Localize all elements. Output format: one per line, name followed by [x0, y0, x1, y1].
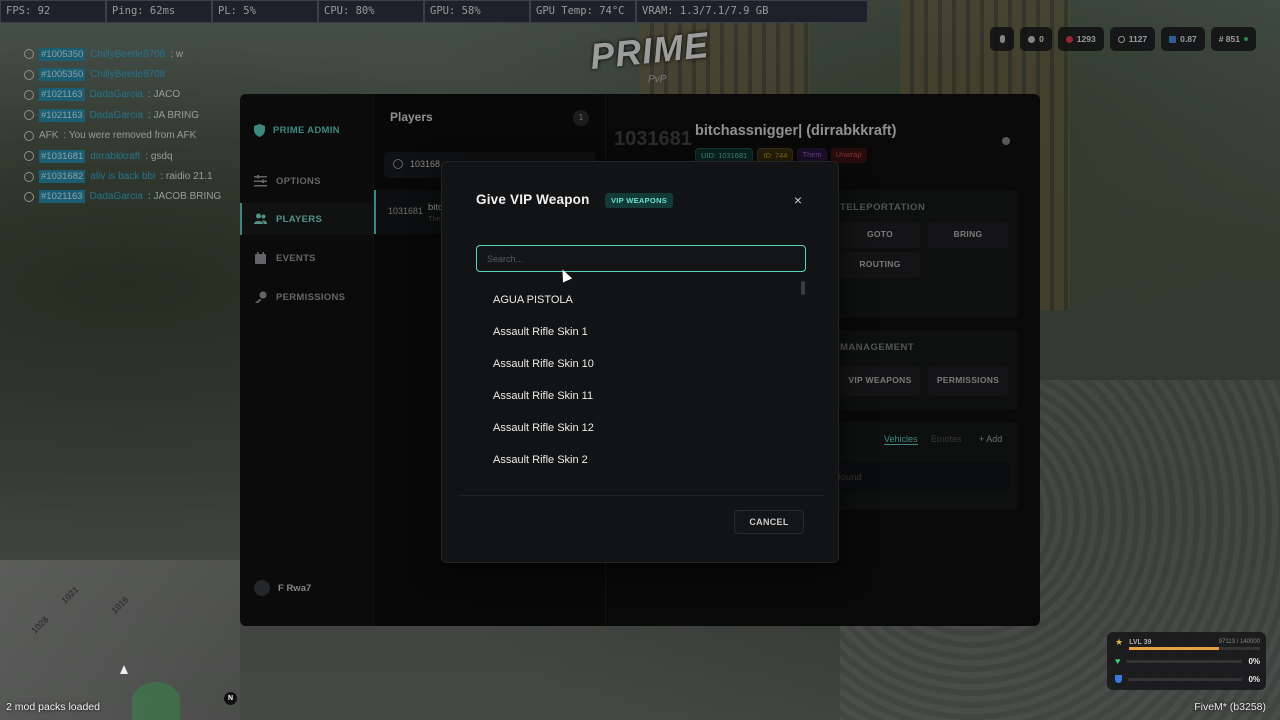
map-street-mark: 1021: [59, 584, 81, 606]
weapon-list-item[interactable]: Assault Rifle Skin 1: [476, 315, 806, 347]
xp-bar-fill: [1129, 647, 1220, 650]
modal-title: Give VIP Weapon: [476, 192, 590, 207]
map-street-mark: 1016: [109, 594, 131, 616]
heart-icon: ♥: [1115, 656, 1121, 666]
health-row: ♥ 0%: [1115, 655, 1260, 667]
modal-badge: VIP WEAPONS: [605, 193, 674, 208]
weapon-list[interactable]: AGUA PISTOLA Assault Rifle Skin 1 Assaul…: [476, 283, 806, 477]
armor-shield-icon: [1115, 675, 1122, 683]
xp-bar: [1129, 647, 1260, 650]
weapon-list-item[interactable]: Assault Rifle Skin 2: [476, 443, 806, 475]
weapon-list-item[interactable]: AGUA PISTOLA: [476, 283, 806, 315]
xp-label: 97113 / 140000: [1218, 639, 1260, 645]
health-value: 0%: [1248, 656, 1260, 666]
modal-divider: [458, 495, 824, 496]
weapon-list-scrollbar[interactable]: [801, 281, 805, 295]
map-zone-icon: [132, 682, 180, 720]
armor-row: 0%: [1115, 673, 1260, 685]
mod-packs-status: 2 mod packs loaded: [6, 701, 100, 713]
north-icon: N: [224, 692, 237, 705]
fivem-build-label: FiveM* (b3258): [1194, 701, 1266, 713]
player-arrow-icon: [120, 665, 128, 674]
weapon-list-item[interactable]: Assault Rifle Skin 10: [476, 347, 806, 379]
give-vip-weapon-modal: Give VIP Weapon VIP WEAPONS × AGUA PISTO…: [441, 161, 839, 563]
star-icon: ★: [1115, 636, 1124, 647]
armor-value: 0%: [1248, 674, 1260, 684]
cancel-button[interactable]: CANCEL: [734, 510, 804, 534]
minimap: 1021 1028 1016: [0, 560, 240, 720]
weapon-list-item[interactable]: Assault Rifle Skin 11: [476, 379, 806, 411]
weapon-search-input[interactable]: [476, 245, 806, 272]
player-status-hud: ★ LVL 39 97113 / 140000 ♥ 0% 0%: [1107, 632, 1266, 690]
map-street-mark: 1028: [29, 614, 51, 636]
level-label: LVL 39: [1129, 638, 1152, 646]
weapon-list-item[interactable]: Assault Rifle Skin 12: [476, 411, 806, 443]
armor-bar: [1128, 677, 1243, 681]
health-bar: [1126, 659, 1243, 663]
close-icon[interactable]: ×: [794, 192, 802, 208]
